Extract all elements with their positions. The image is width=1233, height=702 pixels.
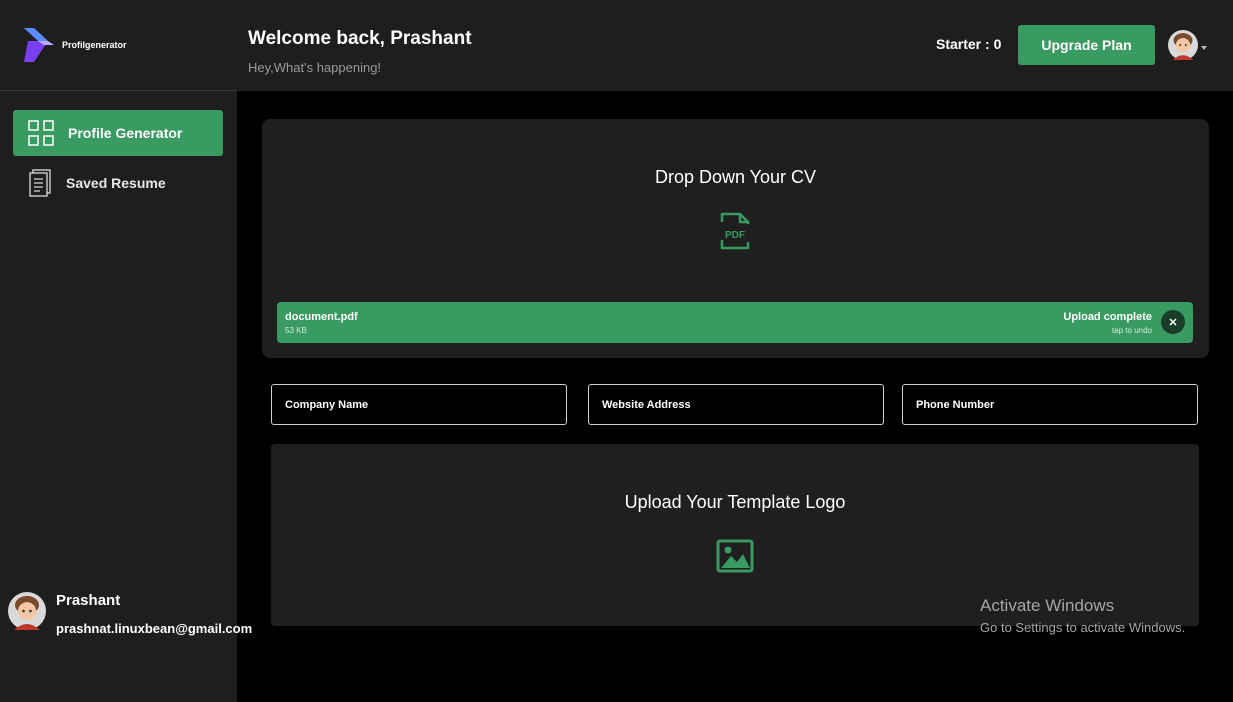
sidebar-item-label: Profile Generator [68,125,183,141]
file-size: 53 KB [285,326,307,335]
sidebar-item-label: Saved Resume [66,175,166,191]
user-profile-card[interactable]: Prashant prashnat.linuxbean@gmail.com [8,592,252,636]
account-menu[interactable] [1168,30,1207,60]
user-name: Prashant [56,592,121,609]
page-subtitle: Hey,What's happening! [248,60,382,75]
cv-dropzone[interactable]: Drop Down Your CV PDF document.pdf 53 KB… [262,119,1209,358]
document-icon [29,169,51,197]
brand-chevron-icon [24,28,54,62]
website-address-input[interactable] [588,384,884,425]
avatar [1168,30,1198,60]
user-email: prashnat.linuxbean@gmail.com [56,621,253,636]
upload-status: Upload complete [1063,311,1152,323]
grid-icon [28,120,54,146]
page-title: Welcome back, Prashant [248,28,472,49]
sidebar-divider [0,90,237,91]
logo-dropzone-title: Upload Your Template Logo [624,492,846,512]
company-name-input[interactable] [271,384,567,425]
top-header: Welcome back, Prashant Hey,What's happen… [237,0,1233,91]
watermark-title: Activate Windows [980,596,1115,615]
uploaded-file-item: document.pdf 53 KB Upload complete tap t… [277,302,1193,343]
pdf-file-icon: PDF [720,212,750,250]
plan-credits-label: Starter : 0 [936,36,1002,52]
sidebar: Profilgenerator Profile Generator Saved … [0,0,252,702]
chevron-down-icon [1201,46,1207,50]
windows-activation-watermark: Activate Windows Go to Settings to activ… [980,596,1185,635]
upgrade-plan-button[interactable]: Upgrade Plan [1018,25,1155,65]
image-icon [716,539,754,573]
dropzone-title: Drop Down Your CV [654,167,817,187]
svg-text:PDF: PDF [725,230,745,241]
phone-number-input[interactable] [902,384,1198,425]
watermark-subtitle: Go to Settings to activate Windows. [980,620,1186,635]
sidebar-item-profile-generator[interactable]: Profile Generator [13,110,223,156]
close-icon: ✕ [1168,316,1178,329]
avatar [8,592,46,630]
brand-name: Profilgenerator [62,40,127,50]
brand-logo[interactable]: Profilgenerator [24,28,127,62]
undo-hint: tap to undo [1111,326,1152,335]
sidebar-item-saved-resume[interactable]: Saved Resume [13,160,223,206]
file-name: document.pdf [285,311,358,323]
remove-file-button[interactable]: ✕ [1161,310,1185,334]
